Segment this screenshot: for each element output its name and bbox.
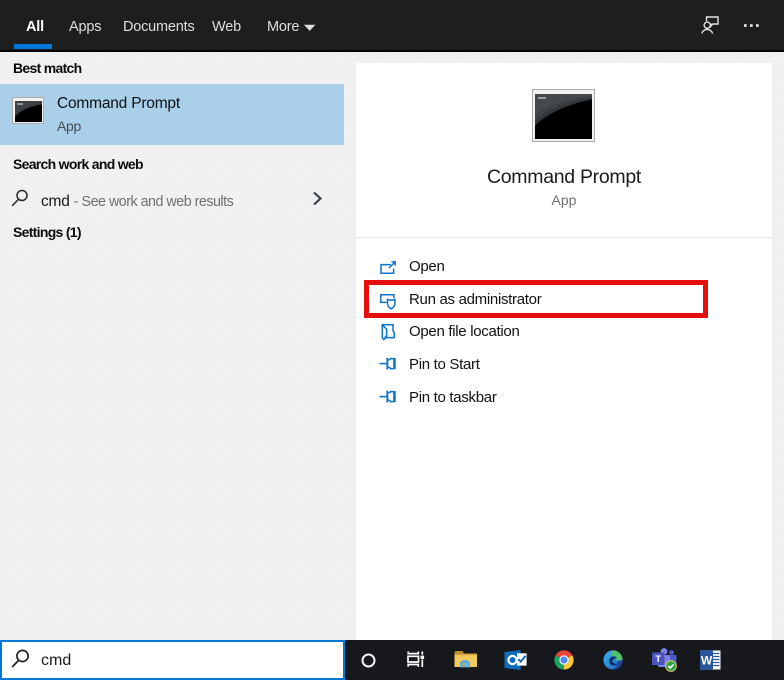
svg-text:W: W <box>701 654 713 668</box>
svg-text:T: T <box>655 654 661 665</box>
